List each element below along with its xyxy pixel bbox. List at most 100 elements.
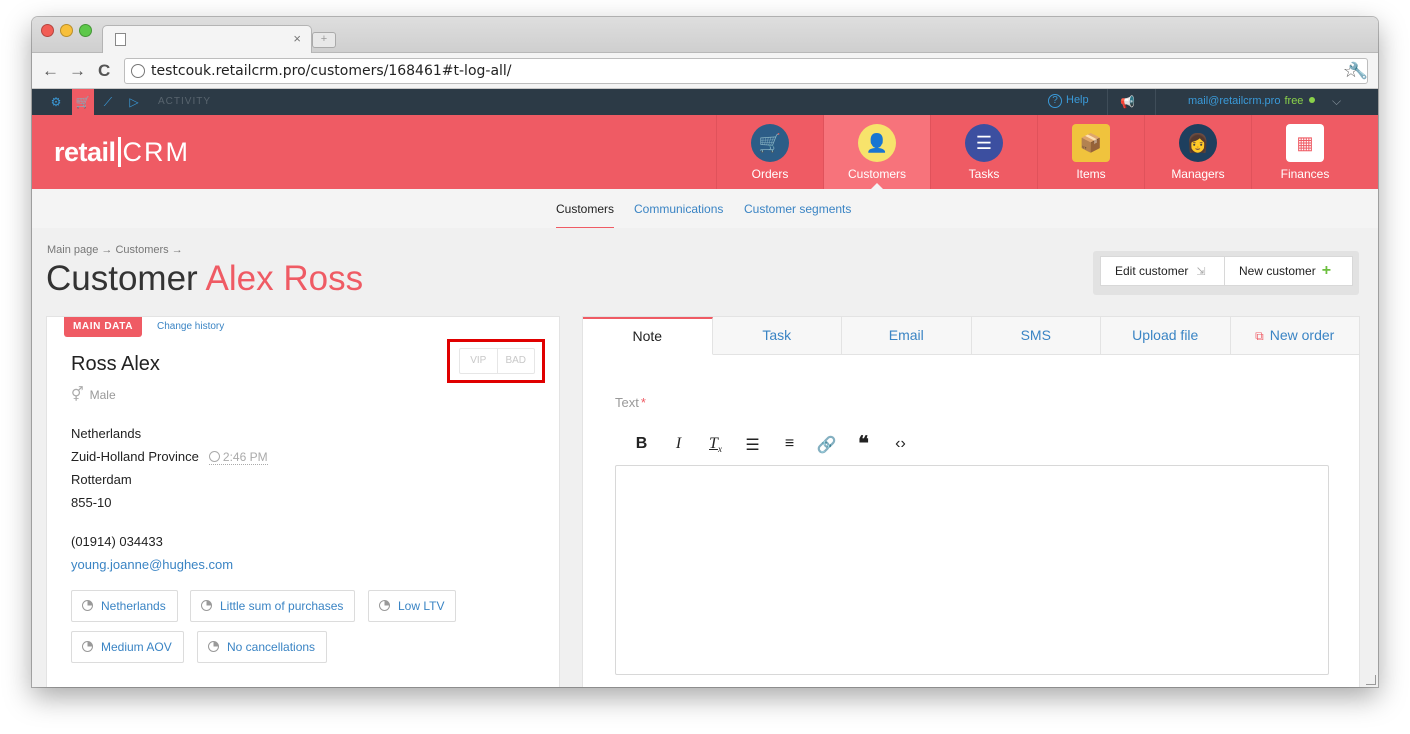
browser-window: × + ← → C testcouk.retailcrm.pro/custome… — [32, 17, 1378, 687]
divider — [1155, 89, 1156, 115]
nav-items[interactable]: 📦 Items — [1037, 115, 1144, 189]
analytics-icon[interactable]: ⟋ — [100, 94, 116, 110]
numbered-list-icon[interactable]: ≡ — [771, 435, 808, 455]
activity-label[interactable]: ACTIVITY — [158, 96, 211, 107]
tab-upload-file[interactable]: Upload file — [1101, 317, 1231, 354]
help-link[interactable]: ? Help — [1048, 94, 1089, 108]
close-window-button[interactable] — [41, 24, 54, 37]
tab-sms[interactable]: SMS — [972, 317, 1101, 354]
change-history-link[interactable]: Change history — [157, 321, 224, 332]
globe-icon — [131, 64, 145, 78]
text-field-label: Text * — [615, 395, 646, 410]
account-email: mail@retailcrm.pro — [1188, 95, 1281, 107]
edit-icon: ⇲ — [1196, 266, 1206, 278]
nav-tasks[interactable]: ☰ Tasks — [930, 115, 1037, 189]
play-icon[interactable]: ▷ — [126, 94, 142, 110]
status-dot — [1309, 97, 1316, 103]
link-icon[interactable]: 🔗 — [808, 435, 845, 455]
address-bar[interactable]: testcouk.retailcrm.pro/customers/168461#… — [124, 58, 1368, 84]
segment-label: Netherlands — [101, 599, 166, 613]
customer-phone[interactable]: (01914) 034433 — [71, 534, 163, 549]
main-data-badge: MAIN DATA — [64, 317, 143, 337]
customer-avatar-icon: 👤 — [858, 124, 896, 162]
customer-name: Ross Alex — [71, 353, 160, 375]
segment-tag[interactable]: Little sum of purchases — [190, 590, 356, 622]
segment-tag[interactable]: Netherlands — [71, 590, 178, 622]
nav-managers[interactable]: 👩 Managers — [1144, 115, 1251, 189]
account-menu[interactable]: mail@retailcrm.pro free — [1188, 95, 1316, 107]
nav-orders[interactable]: 🛒 Orders — [716, 115, 823, 189]
tab-new-order-label: New order — [1269, 327, 1335, 343]
region-text: Zuid-Holland Province — [71, 449, 199, 464]
customer-main-data-card: MAIN DATA Change history Ross Alex ⚥ Male… — [46, 316, 560, 687]
clock-icon — [208, 451, 220, 462]
browser-tab[interactable]: × — [102, 25, 312, 53]
title-customer-name: Alex Ross — [205, 259, 364, 298]
segment-label: Low LTV — [398, 599, 445, 613]
box-icon: 📦 — [1072, 124, 1110, 162]
clear-format-icon[interactable]: Tx — [697, 435, 734, 455]
settings-gear-icon[interactable]: ⚙ — [48, 94, 64, 110]
manager-avatar-icon: 👩 — [1179, 124, 1217, 162]
tab-email[interactable]: Email — [842, 317, 972, 354]
main-navigation: 🛒 Orders 👤 Customers ☰ Tasks 📦 Items 👩 M… — [716, 115, 1358, 189]
segment-tag[interactable]: No cancellations — [197, 631, 328, 663]
tasks-list-icon: ☰ — [965, 124, 1003, 162]
plus-icon: + — [1321, 262, 1332, 279]
minimize-window-button[interactable] — [60, 24, 73, 37]
required-mark: * — [640, 395, 646, 410]
code-icon[interactable]: ‹› — [882, 435, 919, 455]
subnav-communications[interactable]: Communications — [634, 202, 723, 216]
address-region: Zuid-Holland Province 2:46 PM — [71, 449, 268, 465]
segment-pie-icon — [379, 600, 390, 611]
browser-tabstrip: × + — [32, 17, 1378, 53]
segment-label: Medium AOV — [101, 640, 172, 654]
nav-finances[interactable]: ▦ Finances — [1251, 115, 1358, 189]
new-tab-button[interactable]: + — [312, 32, 336, 48]
zoom-window-button[interactable] — [79, 24, 92, 37]
text-label: Text — [615, 395, 639, 410]
activity-panel: Note Task Email SMS Upload file ⧉ New ord… — [582, 316, 1360, 687]
page-title: Customer Alex Ross — [46, 259, 363, 299]
forward-arrow-icon[interactable]: → — [69, 61, 86, 81]
page-actions: Edit customer ⇲ New customer + — [1093, 251, 1359, 295]
back-arrow-icon[interactable]: ← — [42, 61, 59, 81]
subnav-customer-segments[interactable]: Customer segments — [744, 202, 851, 216]
page-content: Main page → Customers → Customer Alex Ro… — [32, 228, 1378, 687]
gender-icon: ⚥ — [71, 386, 84, 402]
retailcrm-logo[interactable]: retail CRM — [54, 137, 191, 168]
customer-email[interactable]: young.joanne@hughes.com — [71, 557, 233, 572]
italic-icon[interactable]: I — [660, 435, 697, 455]
megaphone-icon[interactable]: 📢 — [1120, 95, 1135, 109]
bulleted-list-icon[interactable]: ☰ — [734, 435, 771, 455]
subnav-customers[interactable]: Customers — [556, 202, 614, 216]
edit-customer-button[interactable]: Edit customer ⇲ — [1100, 256, 1225, 286]
bold-icon[interactable]: B — [623, 435, 660, 455]
segment-tag[interactable]: Medium AOV — [71, 631, 184, 663]
close-tab-icon[interactable]: × — [293, 31, 301, 46]
help-label: Help — [1066, 94, 1089, 106]
chevron-down-icon[interactable]: ⌵ — [1332, 94, 1341, 109]
nav-items-label: Items — [1076, 167, 1106, 181]
tab-note[interactable]: Note — [583, 317, 713, 355]
tab-new-order[interactable]: ⧉ New order — [1231, 317, 1360, 354]
quote-icon[interactable]: ❝ — [845, 434, 882, 455]
wrench-icon[interactable]: 🔧 — [1348, 61, 1368, 81]
sales-cart-icon[interactable]: 🛒 — [72, 89, 94, 115]
url-text[interactable]: testcouk.retailcrm.pro/customers/168461#… — [151, 63, 512, 79]
breadcrumb[interactable]: Main page → Customers → — [47, 244, 183, 256]
tab-task[interactable]: Task — [713, 317, 842, 354]
reload-icon[interactable]: C — [98, 61, 110, 81]
new-customer-button[interactable]: New customer + — [1224, 256, 1353, 286]
note-text-editor[interactable] — [615, 465, 1329, 675]
cart-icon: 🛒 — [751, 124, 789, 162]
nav-orders-label: Orders — [751, 167, 789, 181]
segment-tag[interactable]: Low LTV — [368, 590, 457, 622]
local-time: 2:46 PM — [208, 450, 268, 465]
gender-label: Male — [89, 388, 116, 402]
segment-pie-icon — [82, 641, 93, 652]
address-country: Netherlands — [71, 426, 142, 441]
segment-pie-icon — [82, 600, 93, 611]
window-resize-grip[interactable] — [1366, 675, 1376, 685]
nav-customers[interactable]: 👤 Customers — [823, 115, 930, 189]
